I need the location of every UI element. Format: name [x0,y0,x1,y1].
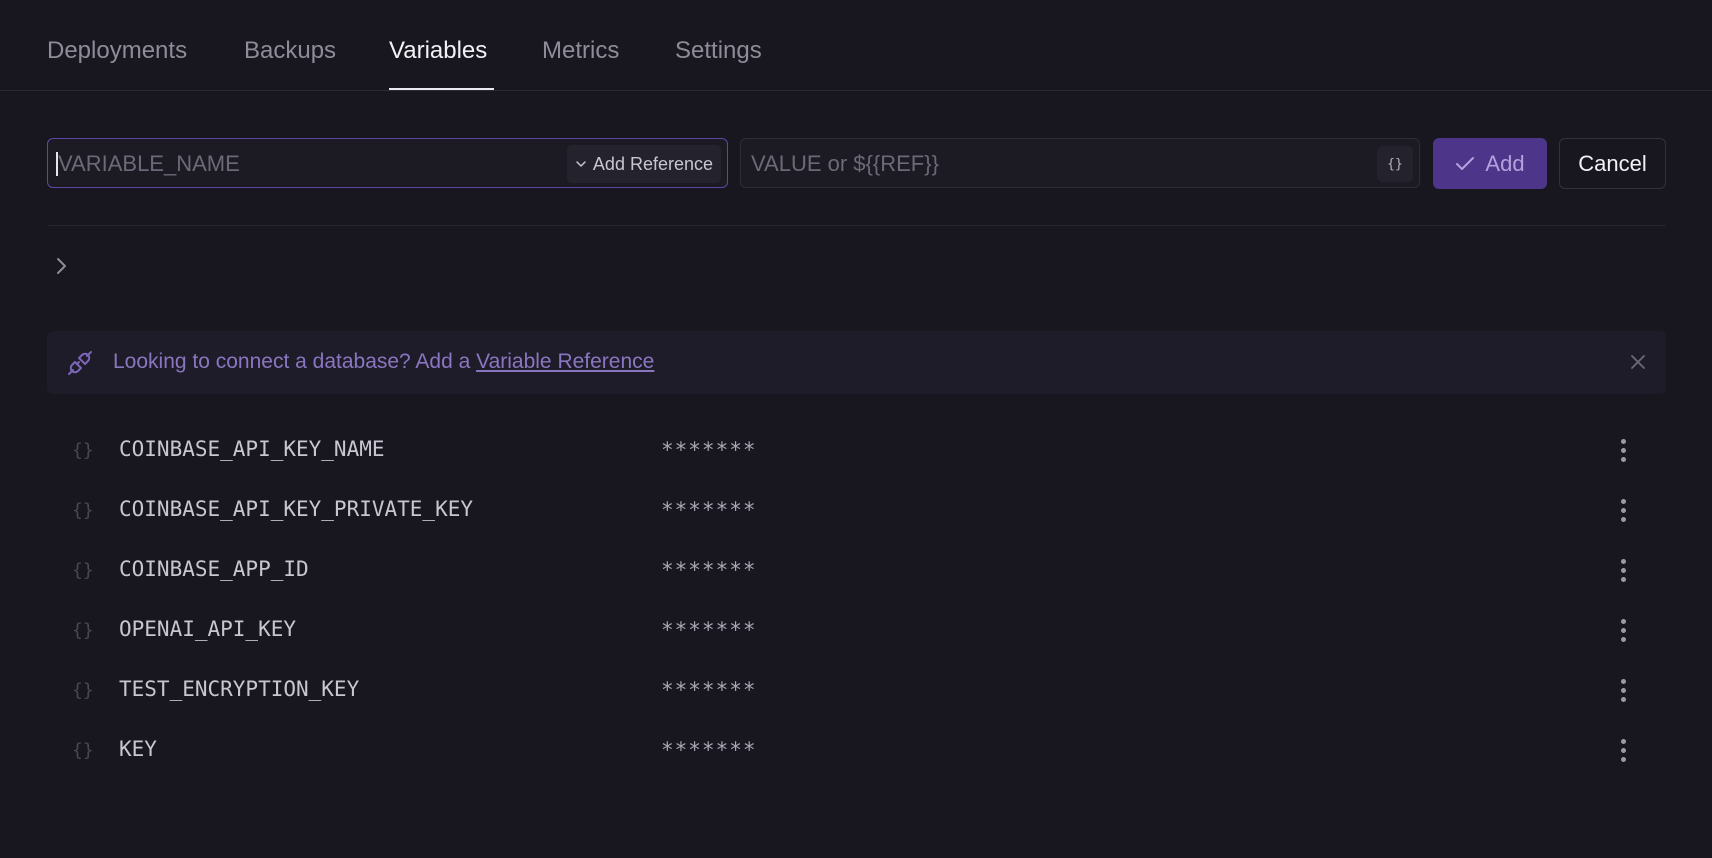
variable-row: {} COINBASE_API_KEY_PRIVATE_KEY ******* [47,483,1666,539]
text-cursor [56,152,58,176]
tab-variables[interactable]: Variables [389,37,487,65]
variable-icon: {} [72,620,94,641]
variable-name[interactable]: OPENAI_API_KEY [119,617,296,641]
database-reference-banner: Looking to connect a database? Add a Var… [47,331,1666,394]
variable-reference-link[interactable]: Variable Reference [476,350,654,373]
banner-text: Looking to connect a database? Add a [113,350,477,373]
section-divider [47,225,1666,226]
variable-value[interactable]: ******* [661,618,757,642]
variable-icon: {} [72,680,94,701]
active-tab-indicator [389,88,494,90]
variable-row: {} OPENAI_API_KEY ******* [47,603,1666,659]
variable-value-field: {} [740,138,1420,189]
add-reference-label: Add Reference [592,153,713,174]
more-options-icon[interactable] [1611,555,1635,585]
variable-name[interactable]: COINBASE_APP_ID [119,557,309,581]
variable-icon: {} [72,560,94,581]
more-options-icon[interactable] [1611,495,1635,525]
add-button[interactable]: Add [1433,138,1547,189]
variable-name[interactable]: COINBASE_API_KEY_NAME [119,437,385,461]
variable-name-input[interactable] [56,139,550,189]
variable-value[interactable]: ******* [661,438,757,462]
plug-link-icon [68,351,92,375]
chevron-right-icon [57,258,66,274]
variable-name-field: Add Reference [47,138,728,189]
variable-icon: {} [72,740,94,761]
braces-icon: {} [1387,156,1403,172]
tab-deployments[interactable]: Deployments [47,37,187,65]
variable-name[interactable]: KEY [119,737,157,761]
chevron-down-icon [576,161,586,167]
cancel-button[interactable]: Cancel [1559,138,1666,189]
close-banner-button[interactable] [1627,351,1649,373]
expand-toggle[interactable] [52,254,72,278]
variable-value[interactable]: ******* [661,558,757,582]
insert-reference-button[interactable]: {} [1377,146,1413,182]
variable-row: {} COINBASE_APP_ID ******* [47,543,1666,599]
add-button-label: Add [1485,150,1525,176]
close-icon [1631,355,1645,369]
tab-settings[interactable]: Settings [675,37,762,65]
variable-name[interactable]: COINBASE_API_KEY_PRIVATE_KEY [119,497,473,521]
variable-value[interactable]: ******* [661,498,757,522]
add-reference-button[interactable]: Add Reference [566,145,721,183]
variable-value[interactable]: ******* [661,678,757,702]
check-icon [1456,156,1475,170]
variable-name[interactable]: TEST_ENCRYPTION_KEY [119,677,359,701]
tab-backups[interactable]: Backups [244,37,336,65]
variable-row: {} KEY ******* [47,723,1666,779]
more-options-icon[interactable] [1611,435,1635,465]
variable-row: {} COINBASE_API_KEY_NAME ******* [47,423,1666,479]
banner-message: Looking to connect a database? Add a Var… [113,350,654,374]
more-options-icon[interactable] [1611,675,1635,705]
tab-metrics[interactable]: Metrics [542,37,619,65]
more-options-icon[interactable] [1611,735,1635,765]
more-options-icon[interactable] [1611,615,1635,645]
variable-icon: {} [72,500,94,521]
tab-bar: Deployments Backups Variables Metrics Se… [0,0,1712,91]
variable-icon: {} [72,440,94,461]
variable-row: {} TEST_ENCRYPTION_KEY ******* [47,663,1666,719]
variable-value[interactable]: ******* [661,738,757,762]
variable-value-input[interactable] [749,139,1353,189]
